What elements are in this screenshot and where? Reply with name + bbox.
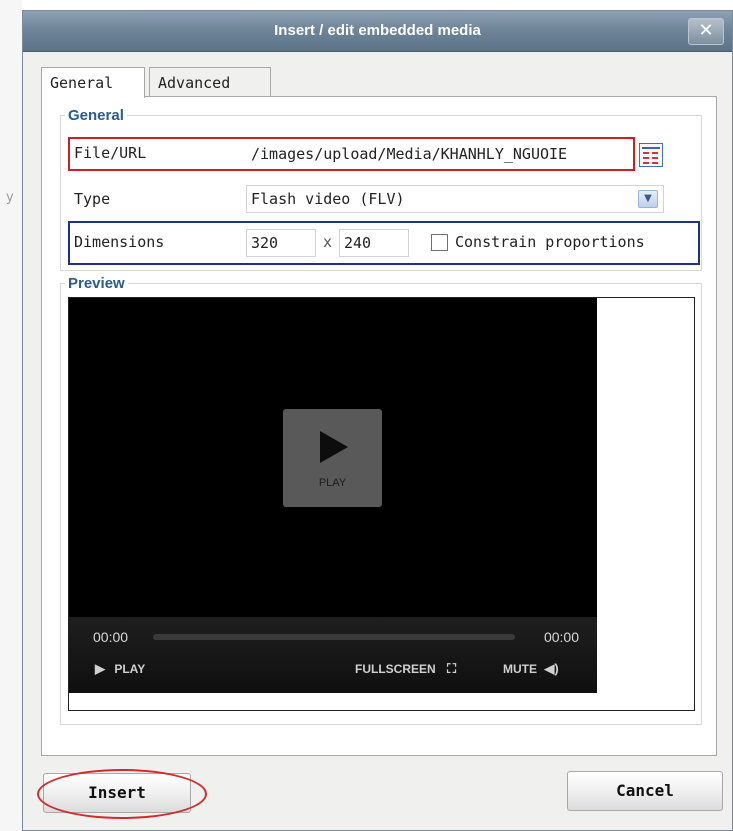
mute-label: MUTE — [503, 662, 537, 676]
constrain-label: Constrain proportions — [455, 233, 645, 251]
total-time: 00:00 — [543, 629, 579, 645]
current-time: 00:00 — [93, 629, 129, 645]
dimension-separator: x — [323, 233, 333, 251]
file-url-input[interactable]: /images/upload/Media/KHANHLY_NGUOIE — [246, 140, 628, 168]
file-url-label: File/URL — [74, 144, 147, 162]
tab-advanced-label: Advanced — [158, 74, 231, 92]
tab-advanced[interactable]: Advanced — [149, 67, 271, 97]
width-input[interactable]: 320 — [246, 229, 316, 257]
fullscreen-icon: ⛶ — [447, 661, 457, 676]
control-play-button[interactable]: ▶ PLAY — [95, 661, 145, 677]
dialog-title: Insert / edit embedded media — [274, 22, 481, 39]
play-icon — [320, 431, 348, 463]
insert-highlight — [37, 769, 207, 819]
general-panel: General File/URL /images/upload/Media/KH… — [41, 96, 717, 756]
cancel-button[interactable]: Cancel — [567, 771, 723, 811]
close-button[interactable]: ✕ — [688, 18, 724, 45]
tab-general[interactable]: General — [41, 67, 145, 98]
video-player[interactable]: PLAY 00:00 00:00 ▶ PLAY FULLSCREEN ⛶ MUT… — [69, 298, 597, 693]
title-bar[interactable]: Insert / edit embedded media ✕ — [23, 11, 732, 52]
chevron-down-icon[interactable]: ▼ — [638, 190, 658, 208]
seek-bar[interactable] — [153, 634, 515, 640]
close-icon: ✕ — [698, 20, 714, 41]
fullscreen-button[interactable]: FULLSCREEN ⛶ — [355, 661, 456, 677]
type-label: Type — [74, 190, 111, 208]
general-legend: General — [68, 107, 124, 124]
tab-general-label: General — [50, 74, 114, 92]
browse-icon[interactable] — [639, 143, 663, 167]
type-select[interactable]: Flash video (FLV) — [246, 185, 664, 213]
media-dialog: Insert / edit embedded media ✕ General A… — [22, 10, 733, 831]
background-page-edge: y — [0, 0, 22, 831]
control-play-label: PLAY — [114, 662, 146, 676]
speaker-icon: ◀) — [544, 661, 559, 676]
dimensions-label: Dimensions — [74, 233, 165, 251]
mute-button[interactable]: MUTE ◀) — [503, 661, 559, 677]
play-icon: ▶ — [95, 661, 105, 676]
fullscreen-label: FULLSCREEN — [355, 662, 436, 676]
height-input[interactable]: 240 — [339, 229, 409, 257]
preview-legend: Preview — [68, 275, 125, 292]
background-text-fragment: y — [6, 190, 14, 205]
play-button-label: PLAY — [318, 477, 347, 489]
constrain-checkbox[interactable] — [431, 234, 448, 251]
player-control-bar: 00:00 00:00 ▶ PLAY FULLSCREEN ⛶ MUTE ◀) — [69, 617, 597, 693]
preview-area: PLAY 00:00 00:00 ▶ PLAY FULLSCREEN ⛶ MUT… — [68, 297, 695, 711]
play-button[interactable]: PLAY — [283, 409, 382, 507]
